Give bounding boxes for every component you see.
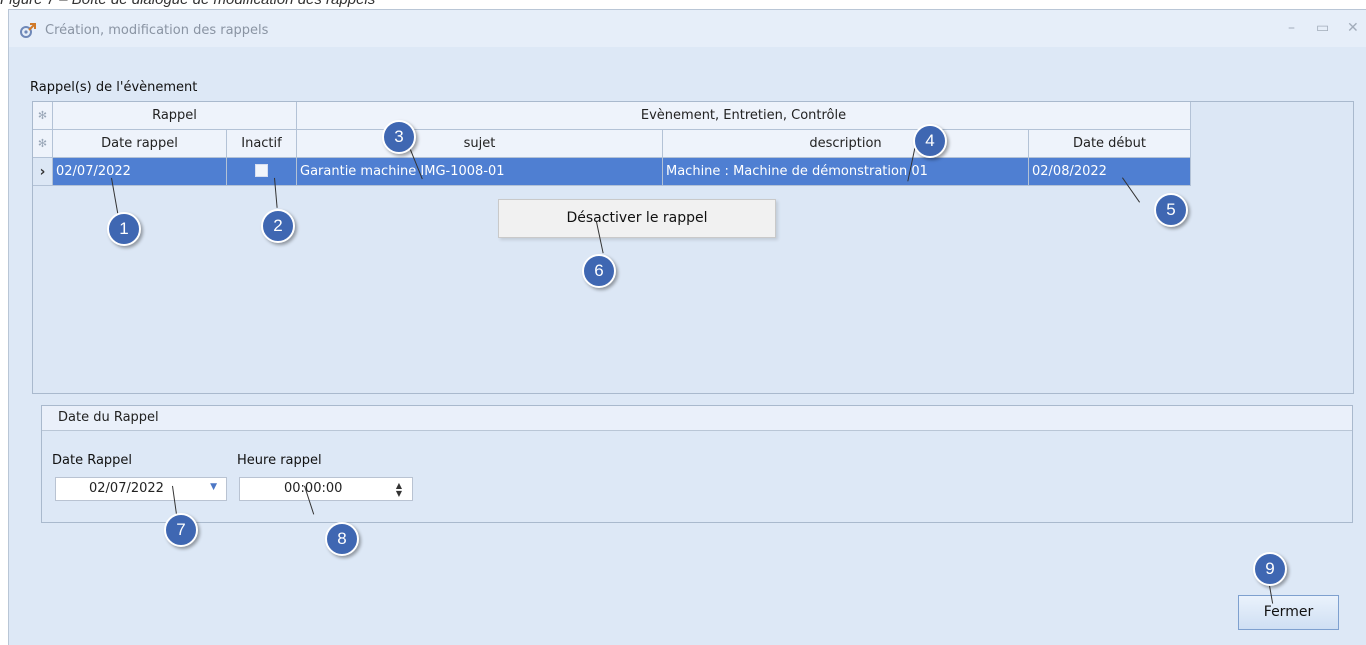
- reminders-grid[interactable]: ✻ Rappel Evènement, Entretien, Contrôle …: [32, 101, 1354, 394]
- figure-caption: Figure 7 – Boîte de dialogue de modifica…: [0, 0, 375, 9]
- col-description[interactable]: description: [663, 130, 1029, 158]
- callout-badge-5: 5: [1154, 193, 1188, 227]
- gear-wrench-icon: [20, 23, 36, 38]
- callout-badge-6: 6: [582, 254, 616, 288]
- date-rappel-label: Date Rappel: [52, 453, 133, 468]
- band-gutter-icon: ✻: [33, 102, 53, 130]
- title-bar: Création, modification des rappels – ▭ ✕: [9, 10, 1366, 47]
- callout-badge-3: 3: [382, 120, 416, 154]
- cell-sujet[interactable]: Garantie machine IMG-1008-01: [297, 158, 663, 186]
- heure-rappel-label: Heure rappel: [237, 453, 322, 468]
- window-title: Création, modification des rappels: [45, 23, 269, 38]
- close-icon[interactable]: ✕: [1347, 21, 1359, 35]
- callout-badge-8: 8: [325, 522, 359, 556]
- spin-down-icon[interactable]: ▼: [396, 490, 402, 498]
- cell-date-debut[interactable]: 02/08/2022: [1029, 158, 1191, 186]
- band-rappel: Rappel: [53, 102, 297, 130]
- fermer-button[interactable]: Fermer: [1238, 595, 1339, 630]
- col-sujet[interactable]: sujet: [297, 130, 663, 158]
- date-rappel-value: 02/07/2022: [89, 481, 164, 496]
- maximize-icon[interactable]: ▭: [1316, 21, 1329, 35]
- cell-inactif[interactable]: [227, 158, 297, 186]
- date-rappel-field[interactable]: 02/07/2022 ▼: [55, 477, 227, 501]
- col-date-debut[interactable]: Date début: [1029, 130, 1191, 158]
- band-evenement: Evènement, Entretien, Contrôle: [297, 102, 1191, 130]
- cell-date-rappel[interactable]: 02/07/2022: [53, 158, 227, 186]
- col-inactif[interactable]: Inactif: [227, 130, 297, 158]
- date-group-title: Date du Rappel: [42, 406, 1352, 431]
- callout-badge-7: 7: [164, 513, 198, 547]
- callout-badge-1: 1: [107, 212, 141, 246]
- minimize-icon[interactable]: –: [1288, 21, 1295, 35]
- chevron-down-icon[interactable]: ▼: [210, 482, 217, 492]
- callout-badge-2: 2: [261, 209, 295, 243]
- inactif-checkbox[interactable]: [255, 164, 268, 177]
- row-indicator-icon: ›: [33, 158, 53, 186]
- header-gutter-icon: ✻: [33, 130, 53, 158]
- grid-section-label: Rappel(s) de l'évènement: [30, 80, 198, 95]
- heure-rappel-field[interactable]: 00:00:00 ▲ ▼: [239, 477, 413, 501]
- callout-badge-9: 9: [1253, 552, 1287, 586]
- heure-rappel-value: 00:00:00: [284, 481, 343, 496]
- cell-description[interactable]: Machine : Machine de démonstration 01: [663, 158, 1029, 186]
- callout-badge-4: 4: [913, 124, 947, 158]
- context-menu-deactivate[interactable]: Désactiver le rappel: [498, 199, 776, 238]
- col-date-rappel[interactable]: Date rappel: [53, 130, 227, 158]
